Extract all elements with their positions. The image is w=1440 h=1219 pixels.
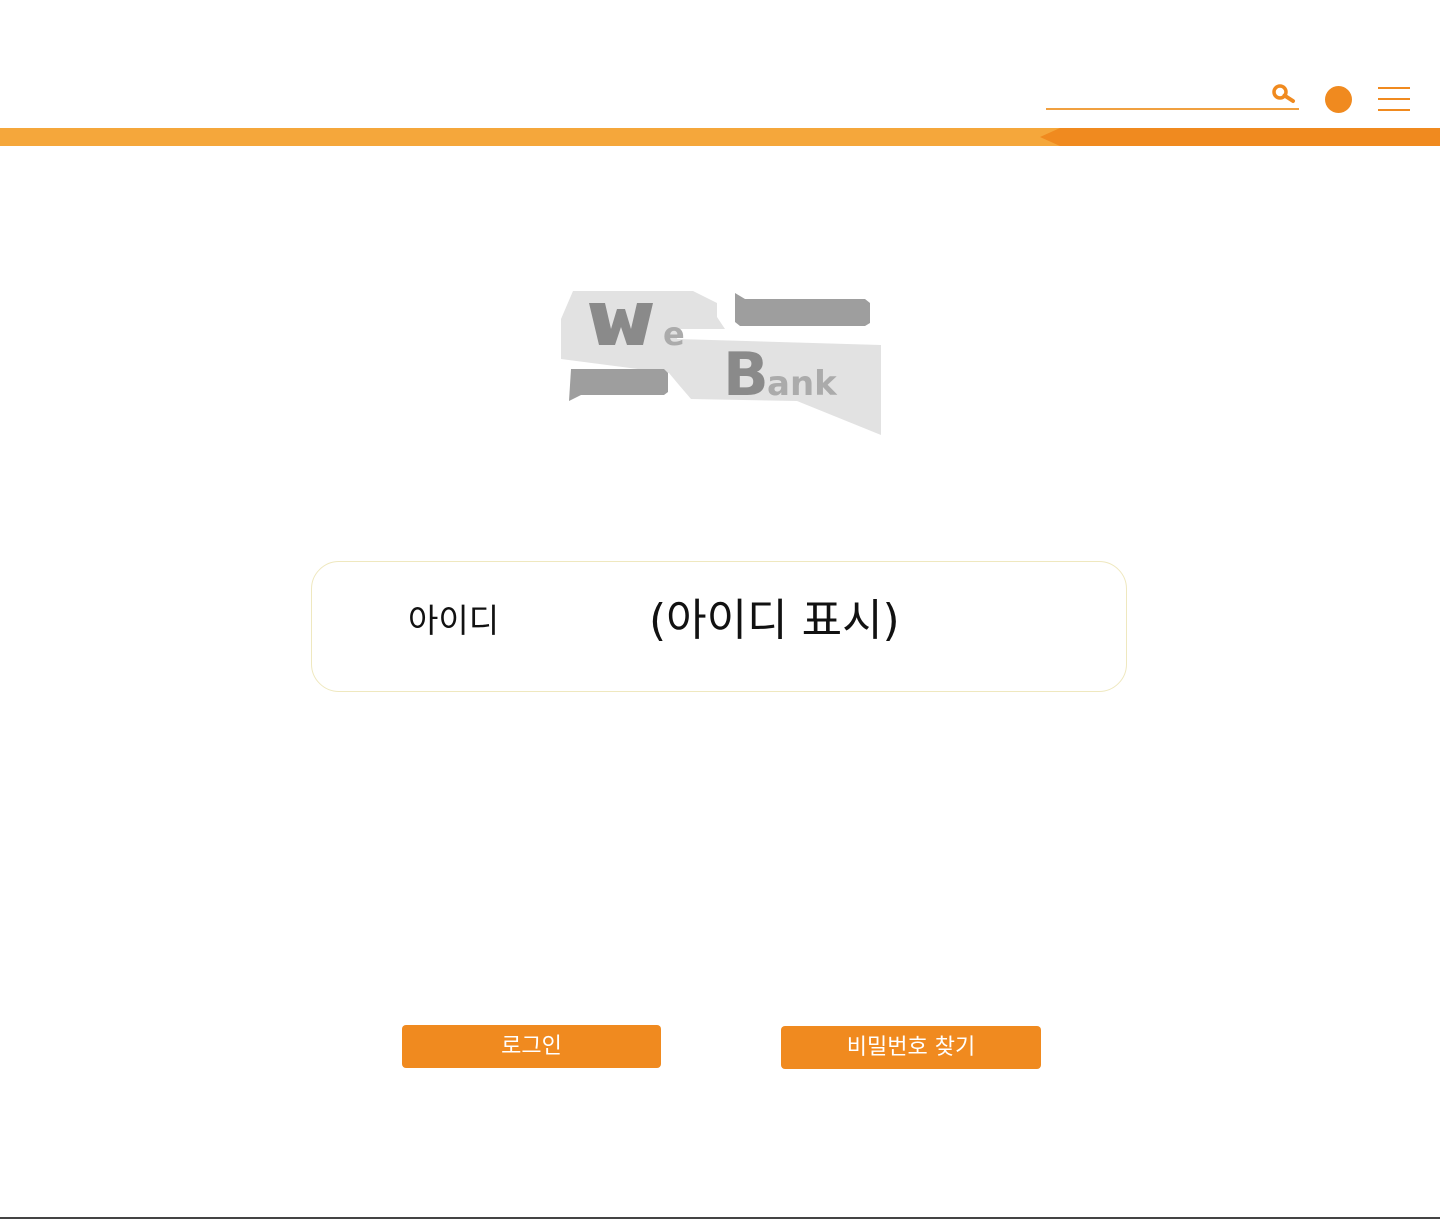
profile-icon[interactable] <box>1325 86 1352 113</box>
hamburger-menu-icon[interactable] <box>1378 87 1410 111</box>
search-box <box>1046 80 1299 110</box>
login-button[interactable]: 로그인 <box>402 1025 661 1068</box>
svg-text:B: B <box>723 340 769 410</box>
svg-text:e: e <box>663 315 685 353</box>
svg-text:ank: ank <box>767 364 838 404</box>
find-password-button[interactable]: 비밀번호 찾기 <box>781 1026 1041 1069</box>
top-header <box>0 0 1440 150</box>
search-icon[interactable] <box>1271 84 1297 106</box>
id-label: 아이디 <box>408 601 500 640</box>
search-input[interactable] <box>1046 80 1274 106</box>
account-id-card: 아이디 (아이디 표시) <box>311 561 1127 692</box>
webank-logo: e B ank <box>561 291 881 435</box>
header-accent-bar <box>0 128 1440 146</box>
id-value: (아이디 표시) <box>649 595 900 646</box>
search-underline <box>1046 108 1299 110</box>
